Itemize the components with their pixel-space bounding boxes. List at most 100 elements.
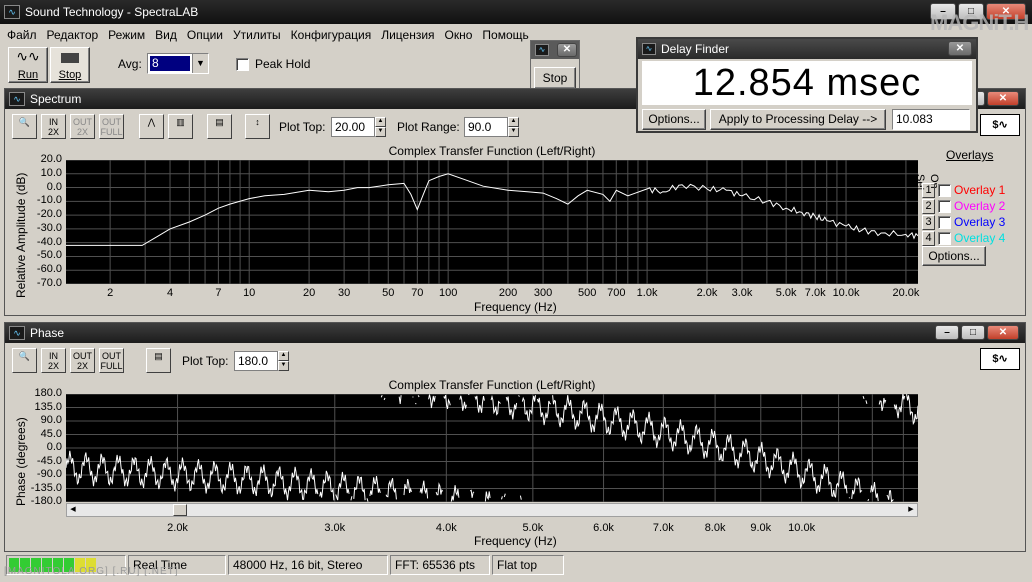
overlay-label: Overlay 1 <box>954 183 1006 197</box>
avg-label: Avg: <box>118 57 142 71</box>
overlays-options-button[interactable]: Options... <box>922 246 986 266</box>
plot-range-stepper[interactable]: 90.0 ▲ ▼ <box>464 117 519 137</box>
peak-hold-checkbox[interactable] <box>236 57 249 71</box>
zoom-magnifier-icon[interactable]: 🔍 <box>12 348 37 373</box>
stop-float-titlebar[interactable]: ∿ ✕ <box>531 41 579 59</box>
run-wave-icon: ∿∿ <box>16 48 40 64</box>
apply-processing-delay-button[interactable]: Apply to Processing Delay --> <box>710 109 886 130</box>
line-plot-icon[interactable]: ⋀ <box>139 114 164 139</box>
spectrum-close-button[interactable]: ✕ <box>987 91 1019 106</box>
spectrum-y-tick-label: -20.0 <box>36 208 62 221</box>
menu-item-9[interactable]: Помощь <box>477 25 533 45</box>
menu-item-1[interactable]: Редактор <box>42 25 104 45</box>
stepper-down-icon[interactable]: ▼ <box>278 361 289 371</box>
bar-plot-icon[interactable]: ▥ <box>168 114 193 139</box>
stepper-up-icon[interactable]: ▲ <box>278 351 289 361</box>
settings-panel-icon[interactable]: ▤ <box>146 348 171 373</box>
delay-finder-titlebar[interactable]: ∿ Delay Finder ✕ <box>638 39 976 59</box>
phase-x-tick-label: 8.0k <box>704 522 726 534</box>
footer-watermark: [MAGNITOLA.ORG] [.RU] [.NET] <box>4 566 179 577</box>
menu-item-8[interactable]: Окно <box>440 25 478 45</box>
overlay-on-checkbox[interactable] <box>938 231 951 245</box>
phase-plot-top-field[interactable]: 180.0 <box>234 351 278 371</box>
spectrum-plot-top-stepper[interactable]: 20.00 ▲ ▼ <box>331 117 386 137</box>
phase-x-tick-label: 4.0k <box>435 522 457 534</box>
menu-item-5[interactable]: Утилиты <box>228 25 286 45</box>
spectrum-x-tick-label: 2 <box>107 287 114 299</box>
phase-close-button[interactable]: ✕ <box>987 325 1019 340</box>
spectrum-trace <box>66 173 918 246</box>
spectrum-x-tick-label: 3.0k <box>731 287 753 299</box>
delay-options-button[interactable]: Options... <box>642 109 706 130</box>
menu-item-2[interactable]: Режим <box>103 25 150 45</box>
delay-finder-window: ∿ Delay Finder ✕ 12.854 msec Options... … <box>636 37 978 133</box>
overlay-set-button[interactable]: 2 <box>922 198 935 214</box>
overlay-on-checkbox[interactable] <box>938 215 951 229</box>
zoom-out-full-icon[interactable]: OUT FULL <box>99 114 124 139</box>
spectrum-y-axis-title: Relative Amplitude (dB) <box>14 172 28 298</box>
status-window: Flat top <box>492 555 564 575</box>
phase-minimize-button[interactable]: – <box>935 325 959 340</box>
menu-item-7[interactable]: Лицензия <box>376 25 439 45</box>
stop-float-close-button[interactable]: ✕ <box>557 43 577 57</box>
overlay-set-button[interactable]: 4 <box>922 230 935 246</box>
stepper-down-icon[interactable]: ▼ <box>508 127 519 137</box>
run-button[interactable]: ∿∿ Run <box>8 47 48 83</box>
phase-y-tick-label: -45.0 <box>36 454 62 467</box>
vertical-scale-icon[interactable]: ↕ <box>245 114 270 139</box>
spectrum-y-tick-label: -50.0 <box>36 249 62 262</box>
phase-x-tick-label: 2.0k <box>167 522 188 534</box>
avg-select[interactable]: 8 ▼ <box>147 53 209 74</box>
phase-x-tick-label: 6.0k <box>593 522 614 534</box>
phase-titlebar[interactable]: ∿ Phase – □ ✕ <box>5 323 1025 343</box>
zoom-out-2x-icon[interactable]: OUT 2X <box>70 114 95 139</box>
spectrum-y-tick-label: -40.0 <box>36 235 62 248</box>
spectrum-x-tick-label: 100 <box>438 287 458 299</box>
stepper-up-icon[interactable]: ▲ <box>375 117 386 127</box>
plot-range-field[interactable]: 90.0 <box>464 117 508 137</box>
zoom-out-2x-icon[interactable]: OUT 2X <box>70 348 95 373</box>
plot-range-label: Plot Range: <box>397 120 460 134</box>
menu-item-6[interactable]: Конфигурация <box>286 25 377 45</box>
spectrum-plot-top-field[interactable]: 20.00 <box>331 117 375 137</box>
phase-y-tick-label: 135.0 <box>34 400 62 413</box>
spectrum-y-tick-label: 0.0 <box>46 180 62 193</box>
menu-item-4[interactable]: Опции <box>182 25 228 45</box>
spectrum-plot[interactable] <box>66 160 918 284</box>
spectrum-y-tick-label: 10.0 <box>40 166 62 179</box>
scroll-left-icon[interactable]: ◀ <box>67 504 79 516</box>
overlay-on-checkbox[interactable] <box>938 199 951 213</box>
overlays-title: Overlays <box>946 148 994 162</box>
overlay-set-button[interactable]: 1 <box>922 182 935 198</box>
overlay-on-checkbox[interactable] <box>938 183 951 197</box>
processing-delay-field[interactable]: 10.083 <box>892 109 970 130</box>
stop-float-button[interactable]: Stop <box>534 67 576 89</box>
overlay-set-button[interactable]: 3 <box>922 214 935 230</box>
phase-horizontal-scrollbar[interactable]: ◀ ▶ <box>66 503 918 517</box>
delay-finder-close-button[interactable]: ✕ <box>948 41 972 56</box>
phase-plot-top-stepper[interactable]: 180.0 ▲ ▼ <box>234 351 289 371</box>
phase-y-tick-label: 0.0 <box>46 441 62 453</box>
zoom-out-full-icon[interactable]: OUT FULL <box>99 348 124 373</box>
settings-panel-icon[interactable]: ▤ <box>207 114 232 139</box>
stepper-down-icon[interactable]: ▼ <box>375 127 386 137</box>
peak-hold-toggle[interactable]: Peak Hold <box>236 57 310 71</box>
phase-y-tick-label: 45.0 <box>40 427 62 440</box>
phase-maximize-button[interactable]: □ <box>961 325 985 340</box>
phase-y-tick-label: -180.0 <box>30 495 62 507</box>
phase-plot[interactable] <box>66 394 918 502</box>
chevron-down-icon[interactable]: ▼ <box>192 54 208 73</box>
zoom-in-2x-icon[interactable]: IN 2X <box>41 348 66 373</box>
stop-button[interactable]: Stop <box>50 47 90 83</box>
phase-x-tick-label: 5.0k <box>522 522 544 534</box>
spectrum-x-tick-label: 30 <box>337 287 351 299</box>
stepper-up-icon[interactable]: ▲ <box>508 117 519 127</box>
scroll-right-icon[interactable]: ▶ <box>905 504 917 516</box>
menu-item-0[interactable]: Файл <box>2 25 42 45</box>
zoom-magnifier-icon[interactable]: 🔍 <box>12 114 37 139</box>
menu-item-3[interactable]: Вид <box>150 25 182 45</box>
spectrum-x-tick-label: 20.0k <box>892 287 920 299</box>
scrollbar-thumb[interactable] <box>173 504 187 516</box>
spectrum-x-tick-label: 10.0k <box>832 287 860 299</box>
zoom-in-2x-icon[interactable]: IN 2X <box>41 114 66 139</box>
